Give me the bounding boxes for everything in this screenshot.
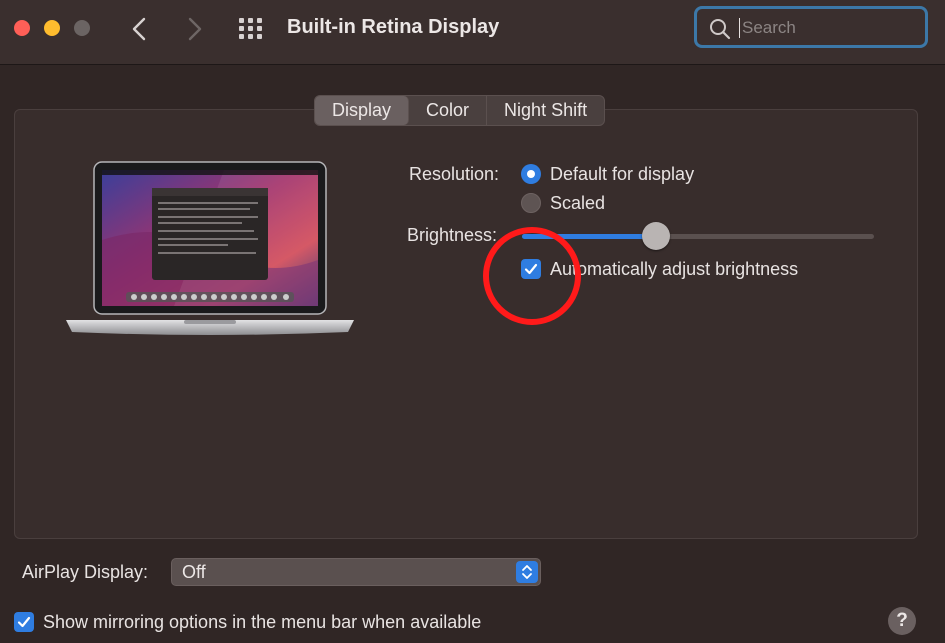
- annotation-circle: [483, 227, 581, 325]
- laptop-illustration: [66, 161, 354, 335]
- show-all-button[interactable]: [238, 17, 264, 39]
- airplay-label: AirPlay Display:: [22, 562, 149, 582]
- resolution-label: Resolution:: [409, 164, 500, 184]
- grid-icon: [239, 18, 262, 39]
- tab-color[interactable]: Color: [409, 96, 488, 125]
- brightness-slider-knob[interactable]: [642, 222, 670, 250]
- back-button[interactable]: [126, 14, 154, 44]
- toolbar: Built-in Retina Display: [0, 0, 945, 65]
- chevron-right-icon: [188, 17, 202, 41]
- minimize-window-button[interactable]: [44, 20, 60, 36]
- airplay-select-value: Off: [182, 562, 206, 582]
- auto-brightness-label[interactable]: Automatically adjust brightness: [550, 259, 798, 280]
- tab-night-shift[interactable]: Night Shift: [487, 96, 604, 125]
- system-preferences-window: Built-in Retina Display Display Color Ni…: [0, 0, 945, 643]
- window-title: Built-in Retina Display: [287, 16, 500, 38]
- tab-bar: Display Color Night Shift: [314, 95, 606, 126]
- checkmark-icon: [17, 616, 31, 628]
- mirroring-label[interactable]: Show mirroring options in the menu bar w…: [43, 612, 481, 633]
- resolution-scaled-label[interactable]: Scaled: [550, 193, 605, 214]
- chevron-left-icon: [132, 17, 146, 41]
- search-input[interactable]: [739, 18, 918, 38]
- resolution-default-label[interactable]: Default for display: [550, 164, 694, 185]
- brightness-slider[interactable]: [522, 222, 874, 250]
- updown-chevron-icon: [516, 561, 538, 583]
- mirroring-checkbox[interactable]: [14, 612, 34, 632]
- zoom-window-button[interactable]: [74, 20, 90, 36]
- resolution-default-radio[interactable]: [521, 164, 541, 184]
- close-window-button[interactable]: [14, 20, 30, 36]
- brightness-label: Brightness:: [407, 225, 498, 245]
- search-icon: [710, 19, 731, 40]
- airplay-select[interactable]: Off: [171, 558, 541, 586]
- tab-display[interactable]: Display: [315, 96, 410, 125]
- help-button[interactable]: ?: [888, 607, 916, 635]
- forward-button[interactable]: [180, 14, 208, 44]
- resolution-scaled-radio[interactable]: [521, 193, 541, 213]
- search-field[interactable]: [694, 6, 928, 48]
